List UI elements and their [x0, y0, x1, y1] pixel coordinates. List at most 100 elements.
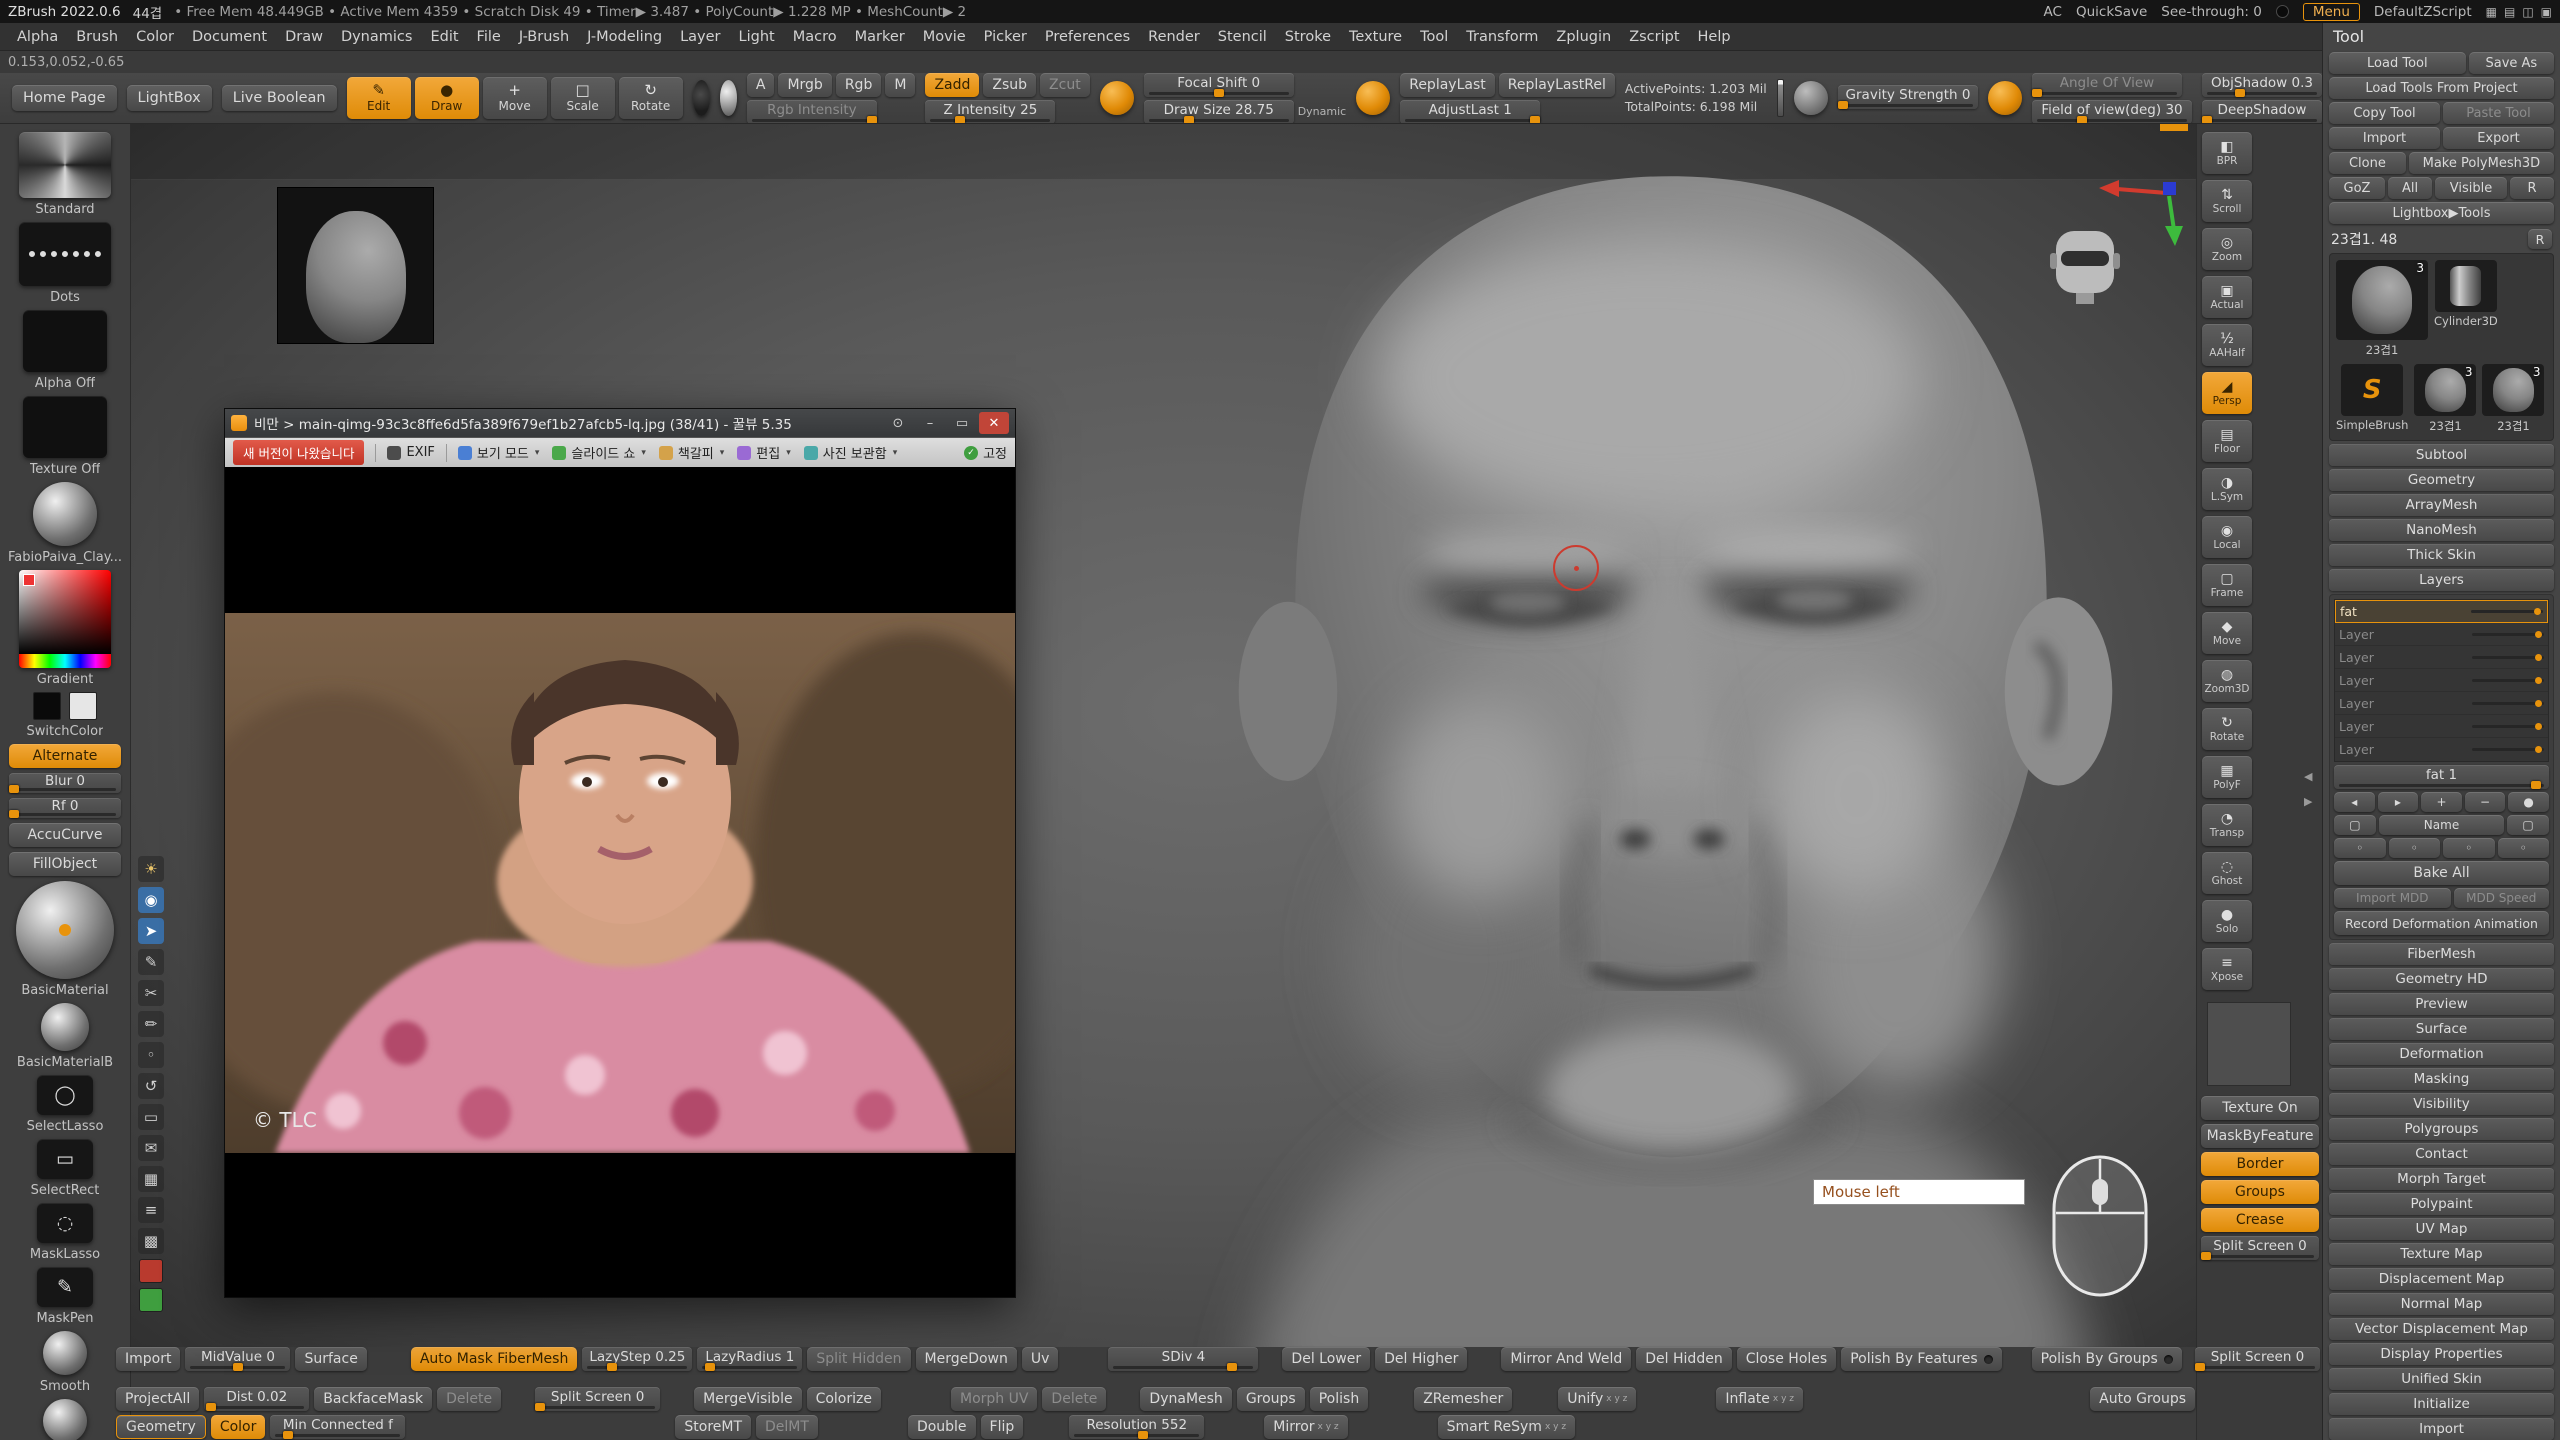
dock-groups-button[interactable]: Groups	[2201, 1180, 2319, 1204]
menu-layer[interactable]: Layer	[671, 29, 729, 45]
bottom-polish-by-features-button[interactable]: Polish By Features	[1841, 1347, 2001, 1371]
camera-head-icon[interactable]	[2046, 225, 2124, 309]
tool-all-button[interactable]: All	[2388, 177, 2432, 199]
bottom-split-screen-0-slider-handle[interactable]	[535, 1403, 545, 1411]
a-button[interactable]: A	[747, 73, 775, 97]
bottom-smart-resym-button[interactable]: Smart ReSymx y z	[1438, 1415, 1575, 1439]
section-contact[interactable]: Contact	[2329, 1143, 2554, 1165]
menu-stroke[interactable]: Stroke	[1276, 29, 1340, 45]
toggle-dot[interactable]	[1984, 1355, 1993, 1364]
move-button[interactable]: ◆Move	[2202, 612, 2252, 654]
tool-thumb-23겹1[interactable]: 323겹1	[2482, 364, 2544, 434]
bottom-split-hidden-button[interactable]: Split Hidden	[807, 1347, 910, 1371]
layer-intensity-slider-handle[interactable]	[2531, 781, 2541, 789]
dot-icon[interactable]: ◦	[138, 1042, 164, 1068]
layer-mini-slider[interactable]	[2472, 748, 2544, 751]
layer-row-layer[interactable]: Layer	[2335, 669, 2548, 692]
menu-brush[interactable]: Brush	[67, 29, 127, 45]
z-intensity-slider-handle[interactable]	[955, 116, 965, 124]
record-deformation-button[interactable]: Record Deformation Animation	[2334, 911, 2549, 935]
xyz-axis-toggles[interactable]: x y z	[1545, 1422, 1566, 1432]
accucurve-button[interactable]: AccuCurve	[9, 823, 121, 847]
layer-tool-button-3[interactable]: +	[2421, 792, 2462, 812]
xpose-button[interactable]: ≡Xpose	[2202, 948, 2252, 990]
z-intensity-slider[interactable]: Z Intensity 25	[925, 100, 1055, 124]
tool-paste-tool-button[interactable]: Paste Tool	[2443, 102, 2554, 124]
titlebar-window-icon-4[interactable]: ▣	[2541, 5, 2552, 19]
rotate-mode-button[interactable]: ↻Rotate	[619, 77, 683, 119]
titlebar-window-icon-1[interactable]: ▦	[2486, 5, 2497, 19]
layer-row-layer[interactable]: Layer	[2335, 715, 2548, 738]
dock-crease-button[interactable]: Crease	[2201, 1208, 2319, 1232]
bottom-min-connected-f-slider-handle[interactable]	[283, 1431, 293, 1439]
viewer-menu-보기-모드[interactable]: 보기 모드▾	[458, 443, 540, 462]
edit-mode-button[interactable]: ✎Edit	[347, 77, 411, 119]
zadd-button[interactable]: Zadd	[925, 73, 979, 97]
local-button[interactable]: ◉Local	[2202, 516, 2252, 558]
image-viewer-window[interactable]: 비만 > main-qimg-93c3c8ffe6d5fa389f679ef1b…	[224, 408, 1016, 1298]
bottom-polish-button[interactable]: Polish	[1310, 1387, 1368, 1411]
menu-j-modeling[interactable]: J-Modeling	[578, 29, 671, 45]
bottom-zremesher-button[interactable]: ZRemesher	[1414, 1387, 1512, 1411]
bottom-midvalue-0-slider[interactable]: MidValue 0	[185, 1347, 290, 1371]
bottom-dist-0-02-slider[interactable]: Dist 0.02	[204, 1387, 309, 1411]
close-button[interactable]: ✕	[979, 412, 1009, 434]
section-unified-skin[interactable]: Unified Skin	[2329, 1368, 2554, 1390]
section-geometry[interactable]: Geometry	[2329, 469, 2554, 491]
menu-picker[interactable]: Picker	[975, 29, 1036, 45]
tool-save-as-button[interactable]: Save As	[2469, 52, 2554, 74]
menu-edit[interactable]: Edit	[421, 29, 467, 45]
menu-button[interactable]: Menu	[2303, 3, 2360, 21]
section-displacement-map[interactable]: Displacement Map	[2329, 1268, 2554, 1290]
bottom-color-button[interactable]: Color	[211, 1415, 266, 1439]
section-thick-skin[interactable]: Thick Skin	[2329, 544, 2554, 566]
layer-mini-slider[interactable]	[2472, 633, 2544, 636]
stroke-preview-icon[interactable]	[693, 80, 710, 116]
menu-help[interactable]: Help	[1689, 29, 1740, 45]
tool-thumb-simplebrush[interactable]: SSimpleBrush	[2336, 364, 2408, 432]
dock-texture-on-button[interactable]: Texture On	[2201, 1096, 2319, 1120]
menu-j-brush[interactable]: J-Brush	[510, 29, 578, 45]
bottom-storemt-button[interactable]: StoreMT	[675, 1415, 751, 1439]
zcut-button[interactable]: Zcut	[1040, 73, 1090, 97]
mdd-speed-slider[interactable]: MDD Speed	[2454, 888, 2549, 908]
ghost-button[interactable]: ◌Ghost	[2202, 852, 2252, 894]
palette-icon[interactable]: ▩	[138, 1228, 164, 1254]
knife-icon[interactable]: ✂	[138, 980, 164, 1006]
stroke-thumb[interactable]	[19, 222, 111, 286]
tool-goz-button[interactable]: GoZ	[2329, 177, 2385, 199]
quicksave-button[interactable]: QuickSave	[2076, 4, 2147, 20]
bottom-colorize-button[interactable]: Colorize	[807, 1387, 881, 1411]
l-sym-button[interactable]: ◑L.Sym	[2202, 468, 2252, 510]
bottom-lazyradius-1-slider[interactable]: LazyRadius 1	[697, 1347, 802, 1371]
layer-aux-button-1[interactable]: ▢	[2334, 815, 2376, 835]
mrgb-button[interactable]: Mrgb	[778, 73, 831, 97]
rotate-button[interactable]: ↻Rotate	[2202, 708, 2252, 750]
menu-macro[interactable]: Macro	[784, 29, 846, 45]
tool-r-button[interactable]: R	[2510, 177, 2554, 199]
edge-swatch-1[interactable]	[139, 1259, 163, 1283]
tool-r-button[interactable]: R	[2528, 229, 2552, 249]
bottom-flip-button[interactable]: Flip	[981, 1415, 1024, 1439]
rgb-button[interactable]: Rgb	[836, 73, 882, 97]
floor-button[interactable]: ▤Floor	[2202, 420, 2252, 462]
trash-icon[interactable]: ▭	[138, 1104, 164, 1130]
draw-mode-button[interactable]: ●Draw	[415, 77, 479, 119]
viewer-menu-슬라이드-쇼[interactable]: 슬라이드 쇼▾	[552, 443, 645, 462]
rf-0-slider-handle[interactable]	[9, 810, 19, 818]
bottom-split-screen-0-slider[interactable]: Split Screen 0	[535, 1387, 660, 1411]
menu-zscript[interactable]: Zscript	[1620, 29, 1688, 45]
replay-last-button[interactable]: ReplayLast	[1400, 73, 1495, 97]
bottom-mirror-button[interactable]: Mirrorx y z	[1264, 1415, 1347, 1439]
seethrough-slider[interactable]: See-through: 0	[2161, 4, 2262, 20]
fov-slider-handle[interactable]	[2077, 116, 2087, 124]
pin-window-button[interactable]: ⊙	[883, 412, 913, 434]
section-deformation[interactable]: Deformation	[2329, 1043, 2554, 1065]
dock-border-button[interactable]: Border	[2201, 1152, 2319, 1176]
section-visibility[interactable]: Visibility	[2329, 1093, 2554, 1115]
xyz-axis-toggles[interactable]: x y z	[1318, 1422, 1339, 1432]
bpr-button[interactable]: ◧BPR	[2202, 132, 2252, 174]
section-geometry-hd[interactable]: Geometry HD	[2329, 968, 2554, 990]
xyz-axis-toggles[interactable]: x y z	[1773, 1394, 1794, 1404]
bottom-del-lower-button[interactable]: Del Lower	[1282, 1347, 1370, 1371]
